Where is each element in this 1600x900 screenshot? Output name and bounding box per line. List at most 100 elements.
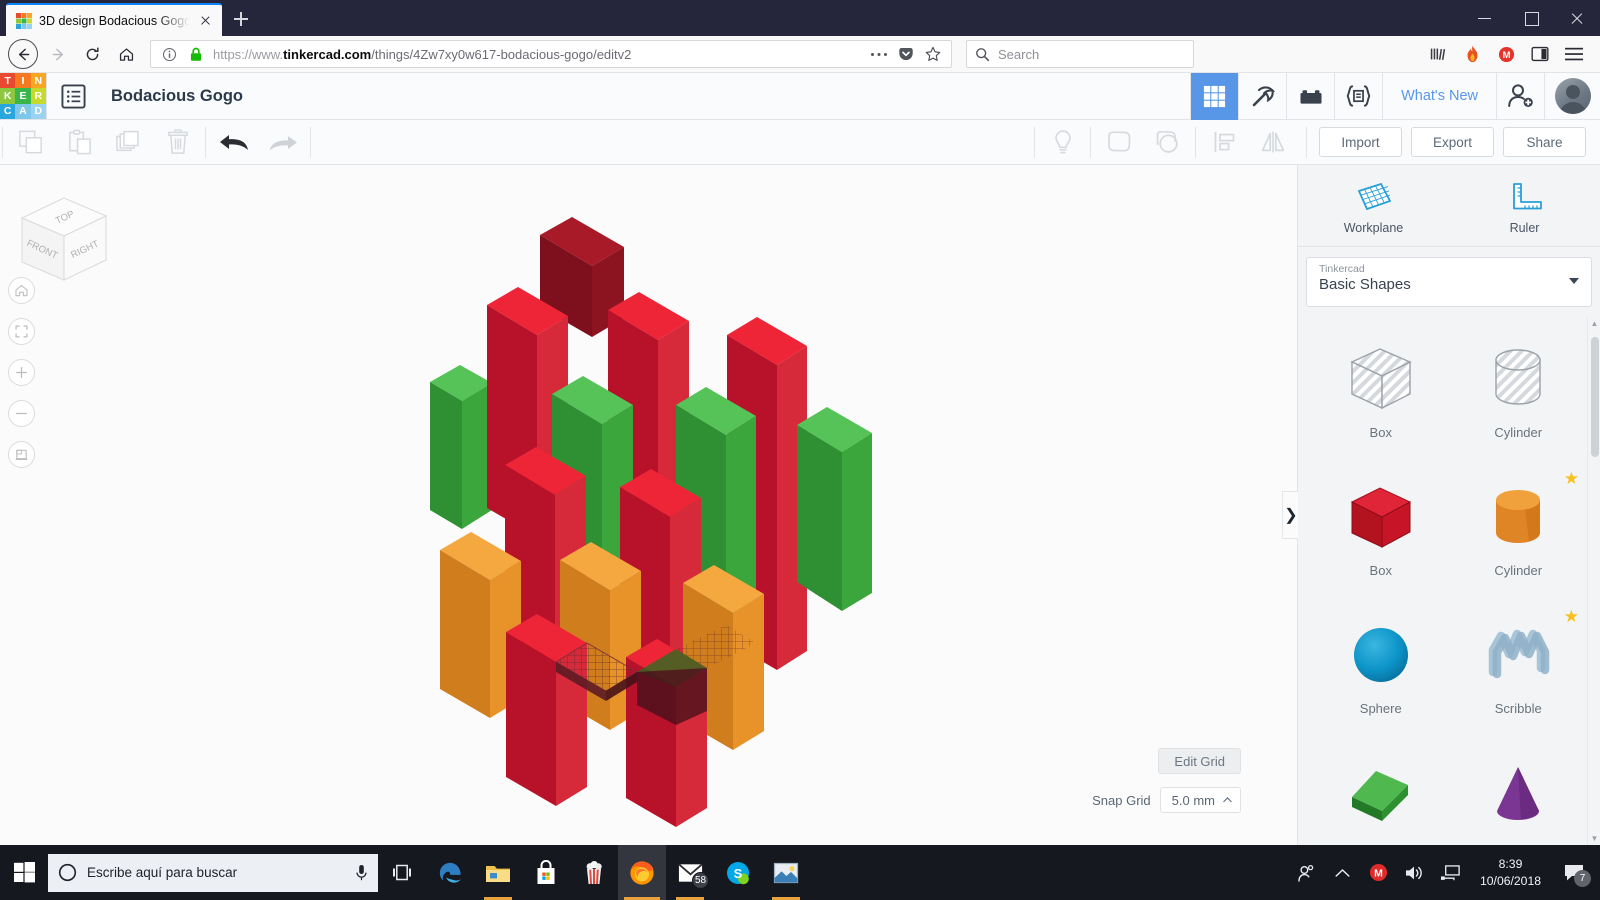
skype-icon[interactable]: S <box>714 845 762 900</box>
maximize-button[interactable] <box>1508 0 1554 36</box>
minimize-button[interactable] <box>1462 0 1508 36</box>
lego-brick-icon[interactable] <box>1286 72 1334 120</box>
library-selector-wrap: Tinkercad Basic Shapes <box>1298 247 1600 316</box>
user-avatar[interactable] <box>1544 72 1600 120</box>
mirror-icon[interactable] <box>1248 120 1297 165</box>
file-explorer-icon[interactable] <box>474 845 522 900</box>
grid-view-icon[interactable] <box>1190 72 1239 120</box>
notification-center-button[interactable]: 7 <box>1554 845 1594 900</box>
browser-tab[interactable]: 3D design Bodacious Gogo | Tin <box>6 3 222 36</box>
tab-close-icon[interactable] <box>197 12 214 29</box>
paste-button[interactable] <box>55 120 104 165</box>
firefox-icon[interactable] <box>618 845 666 900</box>
shape-item-sphere[interactable]: Sphere <box>1312 611 1450 729</box>
page-actions-icon[interactable] <box>869 44 889 64</box>
shape-item-hole-box[interactable]: Box <box>1312 335 1450 453</box>
home-button[interactable] <box>109 39 143 69</box>
align-icon[interactable] <box>1199 120 1248 165</box>
design-list-button[interactable] <box>47 73 99 120</box>
taskbar-clock[interactable]: 8:39 10/06/2018 <box>1469 856 1552 889</box>
share-button[interactable]: Share <box>1503 127 1586 157</box>
ungroup-icon[interactable] <box>1143 120 1192 165</box>
logo-tile-i: I <box>15 73 31 89</box>
new-tab-button[interactable] <box>224 4 258 34</box>
scroll-down-icon[interactable]: ▼ <box>1588 832 1600 845</box>
box-green-far-right[interactable] <box>797 407 872 611</box>
edit-grid-button[interactable]: Edit Grid <box>1158 748 1241 774</box>
codeblocks-icon[interactable] <box>1334 72 1382 120</box>
duplicate-button[interactable] <box>104 120 153 165</box>
start-button[interactable] <box>0 845 48 900</box>
shape-item-hole-cylinder[interactable]: Cylinder <box>1450 335 1588 453</box>
shape-list[interactable]: Box Cylinder Box ★ Cylinder Sphere ★ Scr… <box>1298 317 1600 845</box>
svg-text:M: M <box>1502 49 1510 60</box>
sidebar-toggle-icon[interactable] <box>1524 39 1556 69</box>
flame-extension-icon[interactable] <box>1456 39 1488 69</box>
design-title[interactable]: Bodacious Gogo <box>111 87 243 106</box>
gmail-extension-icon[interactable]: M <box>1490 39 1522 69</box>
shape-label: Cylinder <box>1494 425 1543 440</box>
delete-button[interactable] <box>153 120 202 165</box>
purple-cone-icon <box>1479 749 1557 837</box>
shape-item-scribble[interactable]: ★ Scribble <box>1450 607 1588 729</box>
snap-grid-label: Snap Grid <box>1092 792 1151 808</box>
url-bar[interactable]: https://www.tinkercad.com/things/4Zw7xy0… <box>150 40 952 68</box>
snap-grid-dropdown[interactable]: 5.0 mm <box>1159 787 1241 813</box>
pickaxe-icon[interactable] <box>1238 72 1286 120</box>
bookmark-star-icon[interactable] <box>923 44 943 64</box>
export-button[interactable]: Export <box>1411 127 1494 157</box>
taskbar-search[interactable]: Escribe aquí para buscar <box>48 853 378 892</box>
three-d-model[interactable] <box>0 165 1297 845</box>
microsoft-store-icon[interactable] <box>522 845 570 900</box>
lightbulb-icon[interactable] <box>1038 120 1087 165</box>
library-icon[interactable] <box>1422 39 1454 69</box>
add-user-icon[interactable] <box>1496 72 1544 120</box>
edit-toolbar: Import Export Share <box>0 120 1600 165</box>
pocket-icon[interactable] <box>896 44 916 64</box>
shape-label: Sphere <box>1359 701 1402 716</box>
photos-icon[interactable] <box>762 845 810 900</box>
scrollbar-thumb[interactable] <box>1590 337 1599 457</box>
tinkercad-header: T I N K E R C A D Bodacious Gogo What's … <box>0 72 1600 120</box>
show-hidden-icons-chevron[interactable] <box>1325 845 1359 900</box>
edge-icon[interactable] <box>426 845 474 900</box>
box-green-back-left[interactable] <box>430 365 492 529</box>
volume-icon[interactable] <box>1397 845 1431 900</box>
reload-button[interactable] <box>75 39 109 69</box>
mail-badge: 58 <box>692 872 709 889</box>
import-button[interactable]: Import <box>1319 127 1402 157</box>
task-view-icon[interactable] <box>378 845 426 900</box>
popcorn-time-icon[interactable] <box>570 845 618 900</box>
tinkercad-logo[interactable]: T I N K E R C A D <box>0 73 46 120</box>
mail-icon[interactable]: 58 <box>666 845 714 900</box>
close-button[interactable] <box>1554 0 1600 36</box>
malwarebytes-icon[interactable]: M <box>1361 845 1395 900</box>
browser-search-bar[interactable]: Search <box>966 40 1194 68</box>
shape-item-green-polygon[interactable] <box>1312 749 1450 845</box>
microphone-icon[interactable] <box>355 864 368 882</box>
copy-button[interactable] <box>6 120 55 165</box>
group-icon[interactable] <box>1094 120 1143 165</box>
shape-item-purple-cone[interactable] <box>1450 749 1588 845</box>
scroll-up-icon[interactable]: ▲ <box>1588 317 1600 330</box>
redo-button[interactable] <box>258 120 307 165</box>
shape-item-red-box[interactable]: Box <box>1312 473 1450 591</box>
shapes-scrollbar[interactable]: ▲ ▼ <box>1587 317 1600 845</box>
box-red-front-left[interactable] <box>506 614 587 806</box>
logo-tile-c: C <box>0 103 16 119</box>
library-selector[interactable]: Tinkercad Basic Shapes <box>1306 257 1592 307</box>
page-info-icon[interactable] <box>159 44 179 64</box>
ruler-tool[interactable]: Ruler <box>1449 181 1600 235</box>
people-icon[interactable] <box>1289 845 1323 900</box>
hamburger-menu-icon[interactable] <box>1558 39 1590 69</box>
workplane-tool[interactable]: Workplane <box>1298 181 1449 235</box>
design-canvas[interactable]: TOP FRONT RIGHT Edit Grid Snap Grid 5.0 … <box>0 165 1297 845</box>
undo-button[interactable] <box>209 120 258 165</box>
panel-collapse-button[interactable]: ❯ <box>1282 491 1299 539</box>
tinkercad-favicon <box>16 12 32 29</box>
back-button[interactable] <box>8 39 38 69</box>
network-icon[interactable] <box>1433 845 1467 900</box>
green-polygon-icon <box>1342 749 1420 837</box>
whats-new-link[interactable]: What's New <box>1382 72 1496 120</box>
shape-item-orange-cylinder[interactable]: ★ Cylinder <box>1450 469 1588 591</box>
